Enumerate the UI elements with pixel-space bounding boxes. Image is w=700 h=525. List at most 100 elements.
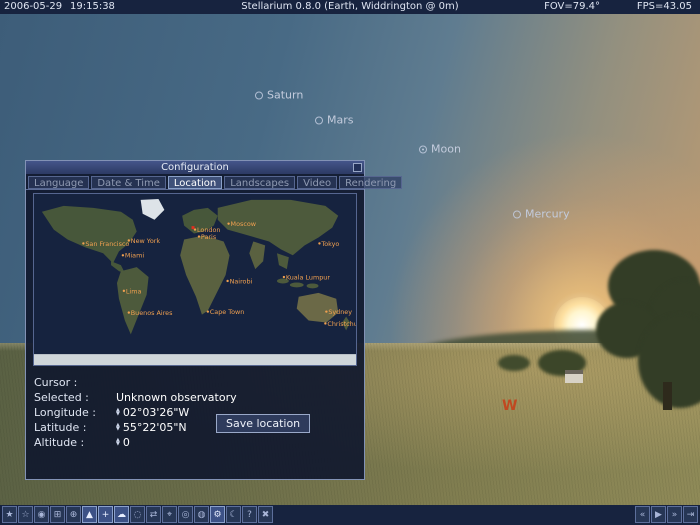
island xyxy=(290,282,304,287)
map-city-tokyo[interactable]: Tokyo xyxy=(318,240,339,248)
stellarium-app: 2006-05-29 19:15:38 Stellarium 0.8.0 (Ea… xyxy=(0,0,700,525)
map-city-new-york[interactable]: New York xyxy=(128,237,161,245)
object-marker-icon xyxy=(419,145,427,153)
field-label: Cursor : xyxy=(34,376,116,389)
constellation-labels-button[interactable]: ☆ xyxy=(18,506,33,523)
svg-text:Tokyo: Tokyo xyxy=(320,240,339,248)
continent-antarctica xyxy=(34,354,356,365)
field-value[interactable]: ▲▼0 xyxy=(116,436,130,449)
object-label: Mercury xyxy=(525,208,570,221)
azimuthal-grid-button[interactable]: ⊞ xyxy=(50,506,65,523)
svg-text:Buenos Aires: Buenos Aires xyxy=(131,309,173,317)
spinner-icon[interactable]: ▲▼ xyxy=(116,408,120,416)
sky-object-saturn[interactable]: Saturn xyxy=(255,89,303,102)
field-row: Latitude :▲▼55°22'05"N xyxy=(34,420,364,434)
svg-text:Christchurch: Christchurch xyxy=(327,320,356,328)
night-mode-button[interactable]: ☾ xyxy=(226,506,241,523)
map-city-christchurch[interactable]: Christchurch xyxy=(324,320,356,328)
map-city-miami[interactable]: Miami xyxy=(122,252,145,260)
object-label: Saturn xyxy=(267,89,303,102)
configuration-window: Configuration LanguageDate & TimeLocatio… xyxy=(25,160,365,480)
field-value: Unknown observatory xyxy=(116,391,237,404)
constellation-lines-button[interactable]: ★ xyxy=(2,506,17,523)
close-icon[interactable] xyxy=(353,163,362,172)
ground-button[interactable]: ▲ xyxy=(82,506,97,523)
dialog-tabbar: LanguageDate & TimeLocationLandscapesVid… xyxy=(26,174,364,190)
tab-location[interactable]: Location xyxy=(168,176,222,189)
field-label: Selected : xyxy=(34,391,116,404)
sky-object-mars[interactable]: Mars xyxy=(315,114,354,127)
cardinal-points-button[interactable]: + xyxy=(98,506,113,523)
configuration-window-button[interactable]: ⚙ xyxy=(210,506,225,523)
real-time-speed-button[interactable]: ▶ xyxy=(651,506,666,523)
field-label: Longitude : xyxy=(34,406,116,419)
map-city-nairobi[interactable]: Nairobi xyxy=(226,277,252,285)
map-city-paris[interactable]: Paris xyxy=(198,233,217,241)
tab-video[interactable]: Video xyxy=(297,176,337,189)
tab-landscapes[interactable]: Landscapes xyxy=(224,176,295,189)
spinner-icon[interactable]: ▲▼ xyxy=(116,423,120,431)
object-marker-icon xyxy=(513,210,521,218)
svg-text:San Francisco: San Francisco xyxy=(85,240,129,248)
field-row: Longitude :▲▼02°03'26"W xyxy=(34,405,364,419)
object-marker-icon xyxy=(255,91,263,99)
object-label: Mars xyxy=(327,114,354,127)
map-container[interactable]: San FranciscoNew York Miami Lima Buenos Air… xyxy=(33,193,357,366)
save-location-button[interactable]: Save location xyxy=(216,414,310,433)
object-marker-icon xyxy=(315,116,323,124)
fov-display: FOV=79.4° xyxy=(544,0,600,14)
search-window-button[interactable]: ◍ xyxy=(194,506,209,523)
return-to-current-time-button[interactable]: ⇥ xyxy=(683,506,698,523)
map-city-moscow[interactable]: Moscow xyxy=(227,220,256,228)
sky-object-moon[interactable]: Moon xyxy=(419,143,461,156)
nebula-labels-button[interactable]: ◌ xyxy=(130,506,145,523)
field-label: Latitude : xyxy=(34,421,116,434)
constellation-art-button[interactable]: ◉ xyxy=(34,506,49,523)
map-city-kuala-lumpur[interactable]: Kuala Lumpur xyxy=(283,273,331,281)
field-value[interactable]: ▲▼02°03'26"W xyxy=(116,406,189,419)
help-window-button[interactable]: ? xyxy=(242,506,257,523)
svg-text:Sydney: Sydney xyxy=(328,308,352,316)
dialog-fields: Cursor :Selected :Unknown observatoryLon… xyxy=(26,369,364,449)
field-value[interactable]: ▲▼55°22'05"N xyxy=(116,421,187,434)
dialog-title: Configuration xyxy=(161,162,229,173)
sky-object-mercury[interactable]: Mercury xyxy=(513,208,570,221)
tab-date-time[interactable]: Date & Time xyxy=(91,176,166,189)
svg-text:Lima: Lima xyxy=(126,287,142,295)
atmosphere-button[interactable]: ☁ xyxy=(114,506,129,523)
svg-text:Paris: Paris xyxy=(201,233,217,241)
increase-time-speed-button[interactable]: » xyxy=(667,506,682,523)
world-map[interactable]: San FranciscoNew York Miami Lima Buenos Air… xyxy=(34,194,356,365)
bottom-toolbar: ★☆◉⊞⊕▲+☁◌⇄⌖◎◍⚙☾?✖ «▶»⇥ xyxy=(0,505,700,525)
dialog-titlebar[interactable]: Configuration xyxy=(26,161,364,174)
field-label: Altitude : xyxy=(34,436,116,449)
field-row: Selected :Unknown observatory xyxy=(34,390,364,404)
center-on-selected-button[interactable]: ⌖ xyxy=(162,506,177,523)
toolbar-right: «▶»⇥ xyxy=(635,506,698,523)
island xyxy=(307,283,319,288)
mount-mode-button[interactable]: ⇄ xyxy=(146,506,161,523)
decrease-time-speed-button[interactable]: « xyxy=(635,506,650,523)
location-marker xyxy=(192,226,195,229)
svg-text:Moscow: Moscow xyxy=(231,220,256,228)
map-city-san-francisco[interactable]: San Francisco xyxy=(82,240,129,248)
map-city-sydney[interactable]: Sydney xyxy=(325,308,352,316)
field-row: Altitude :▲▼0 xyxy=(34,435,364,449)
svg-text:New York: New York xyxy=(131,237,161,245)
map-city-buenos-aires[interactable]: Buenos Aires xyxy=(128,309,173,317)
tab-language[interactable]: Language xyxy=(28,176,89,189)
object-label: Moon xyxy=(431,143,461,156)
map-city-cape-town[interactable]: Cape Town xyxy=(207,308,245,316)
svg-text:Miami: Miami xyxy=(125,252,144,260)
toolbar-left: ★☆◉⊞⊕▲+☁◌⇄⌖◎◍⚙☾?✖ xyxy=(2,506,273,523)
fps-display: FPS=43.05 xyxy=(637,0,692,14)
svg-text:Nairobi: Nairobi xyxy=(230,277,253,285)
equatorial-grid-button[interactable]: ⊕ xyxy=(66,506,81,523)
field-row: Cursor : xyxy=(34,375,364,389)
tab-rendering[interactable]: Rendering xyxy=(339,176,402,189)
auto-zoom-button[interactable]: ◎ xyxy=(178,506,193,523)
quit-button[interactable]: ✖ xyxy=(258,506,273,523)
map-city-lima[interactable]: Lima xyxy=(123,287,142,295)
spinner-icon[interactable]: ▲▼ xyxy=(116,438,120,446)
svg-text:Cape Town: Cape Town xyxy=(210,308,244,316)
